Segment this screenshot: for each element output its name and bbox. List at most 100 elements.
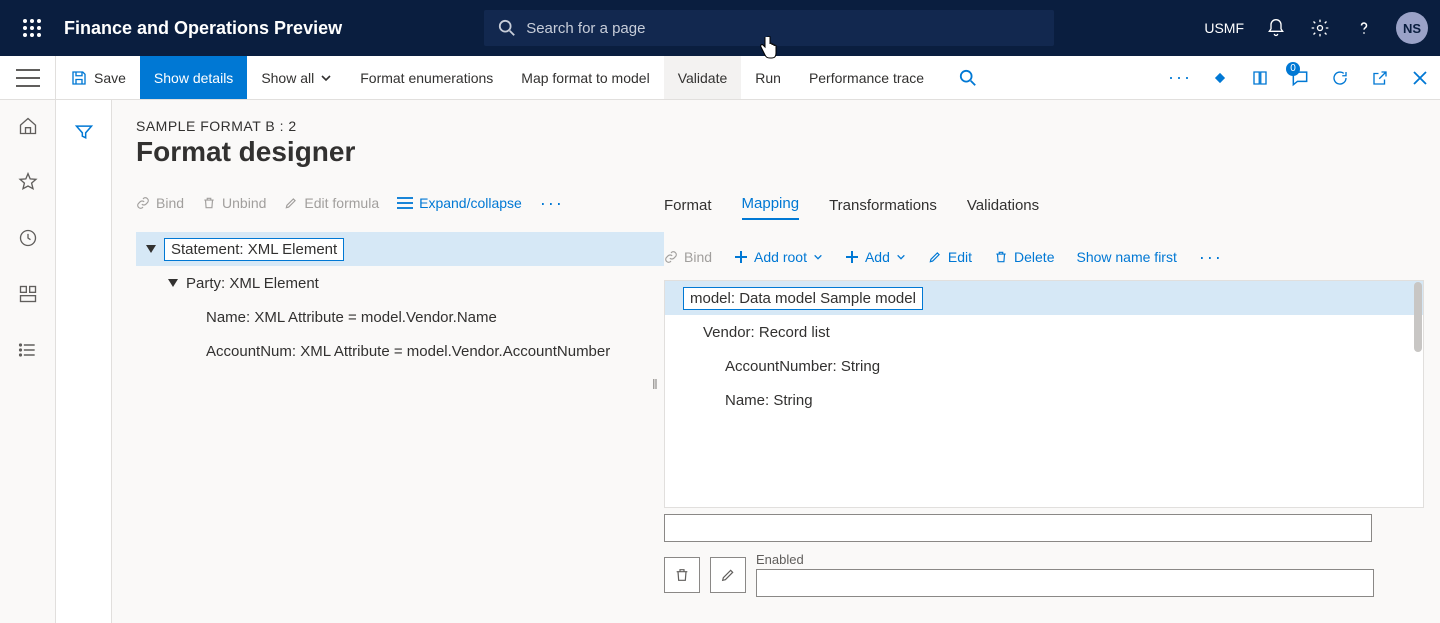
chevron-down-icon [813, 252, 823, 262]
close-icon [1412, 70, 1428, 86]
user-avatar[interactable]: NS [1396, 12, 1428, 44]
mapping-toolbar: Bind Add root Add Edit [664, 240, 1424, 274]
help-button[interactable] [1344, 8, 1384, 48]
nav-rail [0, 100, 56, 623]
expand-collapse-button[interactable]: Expand/collapse [397, 195, 522, 211]
rail-modules[interactable] [8, 334, 48, 366]
trash-icon [994, 250, 1008, 264]
tab-validations[interactable]: Validations [967, 197, 1039, 220]
show-name-first-button[interactable]: Show name first [1076, 249, 1176, 265]
tree-node-party[interactable]: Party: XML Element [136, 266, 664, 300]
company-selector[interactable]: USMF [1196, 20, 1252, 36]
close-button[interactable] [1400, 56, 1440, 99]
search-input[interactable] [526, 20, 1040, 37]
delete-button[interactable]: Delete [994, 249, 1054, 265]
performance-trace-button[interactable]: Performance trace [795, 56, 938, 99]
map-node-accountnumber[interactable]: AccountNumber: String [665, 349, 1423, 383]
notifications-button[interactable] [1256, 8, 1296, 48]
tree-node-label: Name: String [725, 392, 813, 409]
tree-node-label: Vendor: Record list [703, 324, 830, 341]
unbind-button[interactable]: Unbind [202, 195, 266, 211]
map-format-button[interactable]: Map format to model [507, 56, 663, 99]
popout-button[interactable] [1360, 56, 1400, 99]
validate-button[interactable]: Validate [664, 56, 742, 99]
save-button[interactable]: Save [56, 56, 140, 99]
tree-node-label: Statement: XML Element [164, 238, 344, 261]
link-icon [664, 250, 678, 264]
format-tree: Statement: XML Element Party: XML Elemen… [136, 232, 664, 368]
clock-icon [18, 228, 38, 248]
expand-toggle[interactable] [146, 245, 156, 253]
enabled-input[interactable] [756, 569, 1374, 597]
app-launcher[interactable] [12, 8, 52, 48]
detail-input-1[interactable] [664, 514, 1372, 542]
plus-icon [734, 250, 748, 264]
tab-format[interactable]: Format [664, 197, 712, 220]
breadcrumb: SAMPLE FORMAT B : 2 [136, 118, 1440, 134]
show-details-button[interactable]: Show details [140, 56, 247, 99]
list-icon [18, 340, 38, 360]
mapping-more-button[interactable]: ··· [1199, 247, 1223, 268]
filter-button[interactable] [64, 116, 104, 148]
expand-toggle[interactable] [168, 279, 178, 287]
tree-node-statement[interactable]: Statement: XML Element [136, 232, 664, 266]
edit-button[interactable]: Edit [928, 249, 972, 265]
gear-icon [1310, 18, 1330, 38]
format-more-button[interactable]: ··· [540, 193, 564, 214]
detail-delete-button[interactable] [664, 557, 700, 593]
messages-badge: 0 [1286, 62, 1300, 76]
pane-splitter[interactable]: ‖ [652, 376, 660, 392]
book-button[interactable] [1240, 56, 1280, 99]
bind-button[interactable]: Bind [136, 195, 184, 211]
pencil-icon [284, 196, 298, 210]
map-node-vendor[interactable]: Vendor: Record list [665, 315, 1423, 349]
refresh-button[interactable] [1320, 56, 1360, 99]
book-icon [1251, 69, 1269, 87]
scrollbar-thumb[interactable] [1414, 282, 1422, 352]
more-actions-button[interactable]: ··· [1160, 56, 1200, 99]
filter-icon [74, 122, 94, 142]
global-search[interactable] [484, 10, 1054, 46]
format-enumerations-button[interactable]: Format enumerations [346, 56, 507, 99]
tab-mapping[interactable]: Mapping [742, 195, 800, 220]
diamond-button[interactable] [1200, 56, 1240, 99]
rail-home[interactable] [8, 110, 48, 142]
add-root-button[interactable]: Add root [734, 249, 823, 265]
show-all-button[interactable]: Show all [247, 56, 346, 99]
run-button[interactable]: Run [741, 56, 795, 99]
global-header: Finance and Operations Preview USMF NS [0, 0, 1440, 56]
detail-edit-button[interactable] [710, 557, 746, 593]
action-bar: Save Show details Show all Format enumer… [0, 56, 1440, 100]
settings-button[interactable] [1300, 8, 1340, 48]
map-node-model[interactable]: model: Data model Sample model [665, 281, 1423, 315]
tab-transformations[interactable]: Transformations [829, 197, 937, 220]
tree-node-label: model: Data model Sample model [683, 287, 923, 310]
trash-icon [674, 567, 690, 583]
pencil-icon [720, 567, 736, 583]
popout-icon [1371, 69, 1389, 87]
map-bind-button[interactable]: Bind [664, 249, 712, 265]
filter-column [56, 100, 112, 623]
link-icon [136, 196, 150, 210]
add-button[interactable]: Add [845, 249, 906, 265]
tree-node-label: AccountNum: XML Attribute = model.Vendor… [206, 343, 610, 360]
tree-node-accountnum[interactable]: AccountNum: XML Attribute = model.Vendor… [136, 334, 664, 368]
tree-node-label: Party: XML Element [186, 275, 319, 292]
tree-node-label: Name: XML Attribute = model.Vendor.Name [206, 309, 497, 326]
plus-icon [845, 250, 859, 264]
rail-favorites[interactable] [8, 166, 48, 198]
enabled-label: Enabled [756, 552, 1424, 567]
grid-icon [18, 284, 38, 304]
nav-toggle[interactable] [16, 69, 40, 87]
action-search-button[interactable] [948, 56, 988, 99]
edit-formula-button[interactable]: Edit formula [284, 195, 379, 211]
map-node-name[interactable]: Name: String [665, 383, 1423, 417]
search-icon [959, 69, 977, 87]
tree-node-name[interactable]: Name: XML Attribute = model.Vendor.Name [136, 300, 664, 334]
rail-workspaces[interactable] [8, 278, 48, 310]
bell-icon [1266, 18, 1286, 38]
rail-recent[interactable] [8, 222, 48, 254]
format-toolbar: Bind Unbind Edit formula Expand/collapse [136, 186, 664, 220]
messages-button[interactable]: 0 [1280, 56, 1320, 99]
list-icon [397, 196, 413, 210]
